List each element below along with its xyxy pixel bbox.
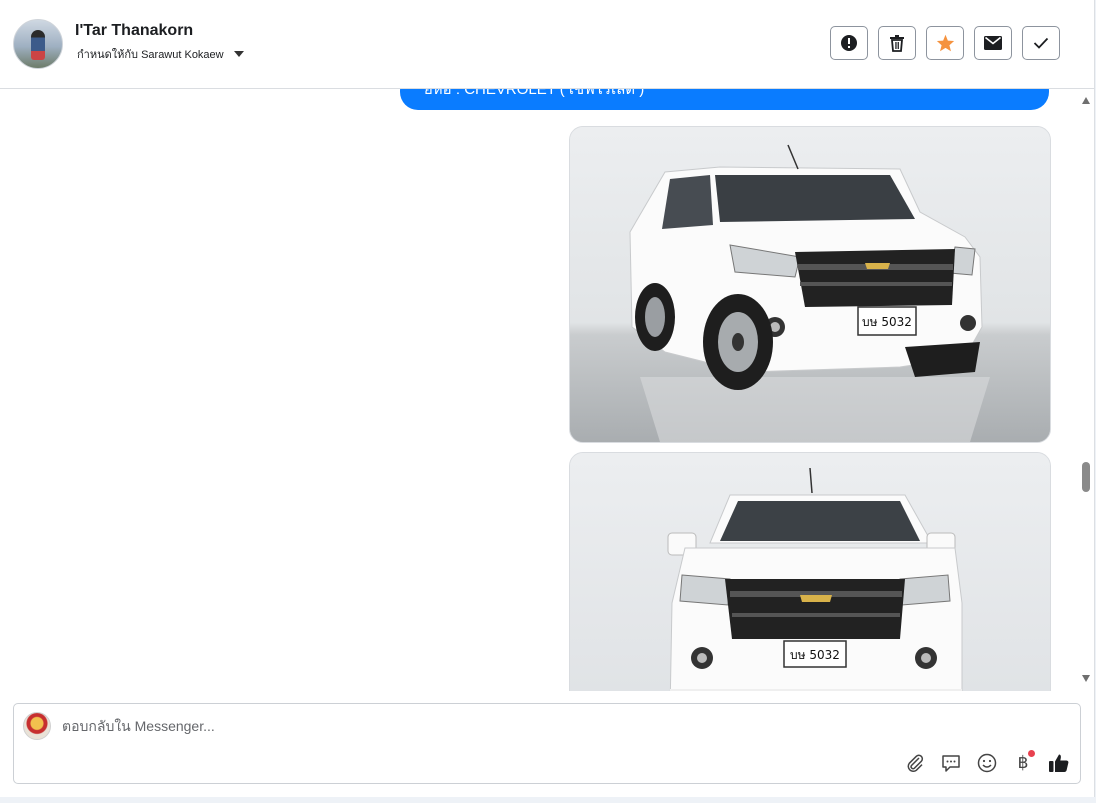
saved-replies-icon (942, 755, 960, 772)
attached-photo[interactable]: บษ 5032 (569, 126, 1051, 443)
assignee-label: กำหนดให้กับ Sarawut Kokaew (77, 49, 224, 61)
page-avatar (23, 712, 51, 740)
contact-name[interactable]: I'Tar Thanakorn (75, 22, 193, 40)
payment-baht-icon: ฿ (1017, 753, 1029, 773)
star-button[interactable] (926, 26, 964, 60)
scroll-down-arrow-icon[interactable] (1082, 675, 1090, 682)
alert-circle-icon (841, 35, 857, 51)
message-text: ยี่ห้อ : CHEVROLET ( เชฟโรเลต ) (424, 89, 645, 98)
attached-photo[interactable]: บษ 5032 (569, 452, 1051, 691)
conversation-header: I'Tar Thanakorn กำหนดให้กับ Sarawut Koka… (0, 0, 1094, 89)
caret-down-icon (233, 51, 244, 57)
pickup-truck-photo: บษ 5032 (570, 127, 1050, 442)
messenger-window: I'Tar Thanakorn กำหนดให้กับ Sarawut Koka… (0, 0, 1095, 797)
contact-avatar[interactable] (13, 19, 63, 69)
notification-dot (1028, 750, 1035, 757)
license-plate-text: บษ 5032 (862, 315, 912, 329)
mark-unread-button[interactable] (974, 26, 1012, 60)
mark-done-button[interactable] (1022, 26, 1060, 60)
pickup-truck-front-photo: บษ 5032 (570, 453, 1050, 691)
like-button[interactable] (1048, 752, 1070, 774)
mark-spam-button[interactable] (830, 26, 868, 60)
envelope-icon (984, 36, 1002, 50)
message-thread[interactable]: ยี่ห้อ : CHEVROLET ( เชฟโรเลต ) บษ 5032 … (0, 89, 1078, 691)
emoji-icon (977, 753, 997, 773)
star-icon (936, 34, 954, 52)
assignee-selector[interactable]: กำหนดให้กับ Sarawut Kokaew (77, 45, 244, 63)
scroll-up-arrow-icon[interactable] (1082, 97, 1090, 104)
emoji-button[interactable] (976, 752, 998, 774)
attach-button[interactable] (904, 752, 926, 774)
message-bubble[interactable]: ยี่ห้อ : CHEVROLET ( เชฟโรเลต ) (400, 89, 1049, 110)
delete-button[interactable] (878, 26, 916, 60)
reply-composer: ฿ (13, 703, 1081, 784)
paperclip-icon (907, 754, 924, 773)
reply-input[interactable] (62, 716, 762, 736)
saved-replies-button[interactable] (940, 752, 962, 774)
thread-scrollbar[interactable] (1078, 89, 1094, 691)
payment-button[interactable]: ฿ (1012, 750, 1035, 774)
check-icon (1033, 37, 1049, 49)
thumbs-up-icon (1049, 754, 1069, 772)
scrollbar-thumb[interactable] (1082, 462, 1090, 492)
license-plate-text: บษ 5032 (790, 648, 840, 662)
trash-icon (890, 35, 904, 52)
